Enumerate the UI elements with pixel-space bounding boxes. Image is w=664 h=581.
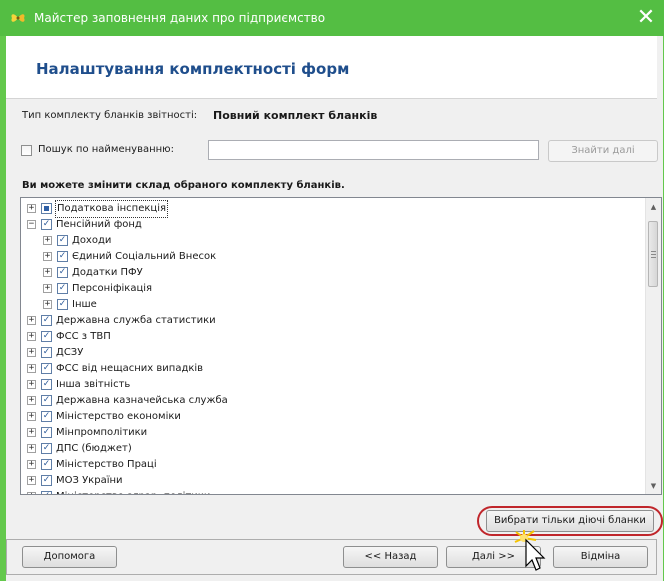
expand-icon[interactable]: + (27, 444, 36, 453)
tree-item-checkbox[interactable]: ✓ (41, 219, 52, 230)
tree-item[interactable]: + ✓ Державна служба статистики (21, 313, 641, 329)
tree-item[interactable]: + ✓ Міністерство економіки (21, 409, 641, 425)
tree-item-label: Доходи (72, 235, 112, 246)
tree-item[interactable]: + ✓ ДПС (бюджет) (21, 441, 641, 457)
tree-item[interactable]: + ✓ Державна казначейська служба (21, 393, 641, 409)
tree-item-checkbox[interactable]: ✓ (41, 315, 52, 326)
kit-type-value: Повний комплект бланків (213, 109, 378, 122)
tree-item-checkbox[interactable]: ✓ (41, 395, 52, 406)
back-button[interactable]: << Назад (343, 546, 438, 568)
tree-item-label: МОЗ України (56, 475, 123, 486)
expand-icon[interactable]: + (27, 364, 36, 373)
search-by-name-label: Пошук по найменуванню: (38, 144, 174, 155)
tree-item-checkbox[interactable]: ✓ (41, 459, 52, 470)
tree-item-checkbox[interactable] (41, 203, 52, 214)
tree-item[interactable]: + ✓ Міністерство аграр. політики (21, 489, 641, 494)
tree-item[interactable]: + ✓ Міністерство Праці (21, 457, 641, 473)
tree-item-label: Міністерство економіки (56, 411, 181, 422)
expand-icon[interactable]: + (43, 268, 52, 277)
tree-scrollbar[interactable]: ▲ ▼ (645, 198, 661, 494)
tree-item-label: Державна казначейська служба (56, 395, 228, 406)
tree-item[interactable]: + ✓ Персоніфікація (21, 281, 641, 297)
tree-item-label: Міністерство аграр. політики (56, 489, 210, 494)
search-input[interactable] (208, 140, 539, 160)
forms-tree[interactable]: + Податкова інспекція − ✓ Пенсійний фонд + ✓ До… (20, 197, 662, 495)
tree-item-label: ФСС від нещасних випадків (56, 363, 204, 374)
tree-item[interactable]: + Податкова інспекція (21, 200, 641, 218)
tree-item-label: Додатки ПФУ (72, 267, 143, 278)
tree-item-label: Державна служба статистики (56, 315, 216, 326)
tree-item-checkbox[interactable]: ✓ (41, 491, 52, 494)
tree-item-checkbox[interactable]: ✓ (41, 331, 52, 342)
collapse-icon[interactable]: − (27, 220, 36, 229)
expand-icon[interactable]: + (43, 284, 52, 293)
tree-item[interactable]: + ✓ Мінпромполітики (21, 425, 641, 441)
tree-item-label: Інша звітність (56, 379, 131, 390)
tree-item-checkbox[interactable]: ✓ (57, 251, 68, 262)
expand-icon[interactable]: + (27, 412, 36, 421)
expand-icon[interactable]: + (43, 252, 52, 261)
tree-item[interactable]: + ✓ Єдиний Соціальний Внесок (21, 249, 641, 265)
tree-item[interactable]: + ✓ ФСС з ТВП (21, 329, 641, 345)
cancel-button[interactable]: Відміна (553, 546, 648, 568)
tree-item-label: Єдиний Соціальний Внесок (72, 251, 217, 262)
tree-item-label: Персоніфікація (72, 283, 153, 294)
kit-type-label: Тип комплекту бланків звітності: (22, 110, 198, 121)
scroll-down-icon[interactable]: ▼ (646, 479, 661, 494)
tree-item-label: Податкова інспекція (54, 200, 169, 218)
tree-item-label: ФСС з ТВП (56, 331, 111, 342)
tree-item-label: Інше (72, 299, 97, 310)
tree-item-checkbox[interactable]: ✓ (41, 363, 52, 374)
expand-icon[interactable]: + (43, 236, 52, 245)
find-next-button[interactable]: Знайти далі (548, 140, 658, 162)
tree-item-checkbox[interactable]: ✓ (57, 267, 68, 278)
tree-item[interactable]: + ✓ ДСЗУ (21, 345, 641, 361)
tree-item[interactable]: − ✓ Пенсійний фонд (21, 217, 641, 233)
tree-item-checkbox[interactable]: ✓ (41, 443, 52, 454)
expand-icon[interactable]: + (27, 492, 36, 494)
tree-item-label: ДПС (бюджет) (56, 443, 132, 454)
close-icon[interactable]: ✕ (632, 4, 660, 32)
expand-icon[interactable]: + (27, 460, 36, 469)
app-logo-icon (11, 14, 25, 22)
title-bar: Майстер заповнення даних про підприємств… (0, 0, 664, 36)
tree-item[interactable]: + ✓ Інша звітність (21, 377, 641, 393)
tree-item-checkbox[interactable]: ✓ (41, 411, 52, 422)
tree-item-checkbox[interactable]: ✓ (41, 427, 52, 438)
tree-item-checkbox[interactable]: ✓ (41, 347, 52, 358)
expand-icon[interactable]: + (27, 380, 36, 389)
scroll-up-icon[interactable]: ▲ (646, 200, 661, 215)
expand-icon[interactable]: + (27, 348, 36, 357)
tree-item-checkbox[interactable]: ✓ (57, 283, 68, 294)
tree-heading: Ви можете змінити склад обраного комплек… (22, 180, 345, 191)
tree-item[interactable]: + ✓ Додатки ПФУ (21, 265, 641, 281)
mouse-pointer-icon (514, 530, 546, 571)
expand-icon[interactable]: + (27, 428, 36, 437)
scroll-thumb[interactable] (648, 221, 658, 287)
tree-item-checkbox[interactable]: ✓ (41, 475, 52, 486)
tree-item[interactable]: + ✓ ФСС від нещасних випадків (21, 361, 641, 377)
search-by-name-checkbox[interactable] (21, 145, 32, 156)
tree-item-label: ДСЗУ (56, 347, 84, 358)
expand-icon[interactable]: + (27, 332, 36, 341)
window-title: Майстер заповнення даних про підприємств… (34, 11, 326, 25)
tree-item-label: Мінпромполітики (56, 427, 148, 438)
help-button[interactable]: Допомога (22, 546, 117, 568)
wizard-header: Налаштування комплектності форм (6, 36, 657, 99)
tree-item-label: Міністерство Праці (56, 459, 157, 470)
tree-item-checkbox[interactable]: ✓ (57, 299, 68, 310)
tree-item-label: Пенсійний фонд (56, 219, 142, 230)
expand-icon[interactable]: + (27, 316, 36, 325)
tree-item-checkbox[interactable]: ✓ (57, 235, 68, 246)
page-title: Налаштування комплектності форм (36, 60, 350, 78)
tree-item-checkbox[interactable]: ✓ (41, 379, 52, 390)
expand-icon[interactable]: + (27, 476, 36, 485)
expand-icon[interactable]: + (27, 396, 36, 405)
expand-icon[interactable]: + (27, 204, 36, 213)
tree-item[interactable]: + ✓ МОЗ України (21, 473, 641, 489)
expand-icon[interactable]: + (43, 300, 52, 309)
tree-item[interactable]: + ✓ Доходи (21, 233, 641, 249)
tree-item[interactable]: + ✓ Інше (21, 297, 641, 313)
